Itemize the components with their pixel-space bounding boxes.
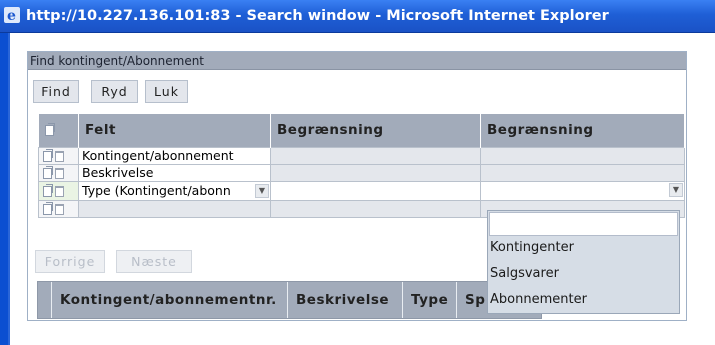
copy-icon[interactable] [43,202,53,215]
copy-icon[interactable] [43,149,53,162]
filter-limit-1[interactable] [270,180,481,201]
copy-icon [44,122,55,136]
filter-field-select[interactable]: Type (Kontingent/abonn ▼ [78,180,271,201]
ie-icon: e [4,7,20,24]
results-header-type[interactable]: Type [403,282,457,318]
filter-limit-2-select[interactable]: ▼ [480,180,685,201]
results-header-number[interactable]: Kontingent/abonnementnr. [52,282,288,318]
row-actions [38,163,79,182]
previous-button[interactable]: Forrige [35,250,105,273]
row-actions [38,146,79,165]
trash-icon[interactable] [55,168,64,179]
trash-icon[interactable] [55,204,64,215]
column-header-limit-2: Begrænsning [480,114,685,147]
dropdown-option[interactable]: Salgsvarer [490,266,559,281]
copy-icon[interactable] [43,166,53,179]
row-actions [38,180,79,201]
next-button[interactable]: Næste [116,250,192,273]
filter-limit-2[interactable] [480,163,685,182]
field-select[interactable]: Type (Kontingent/abonn ▼ [82,183,270,198]
close-button[interactable]: Luk [145,80,188,103]
filter-field[interactable] [78,199,271,218]
find-button[interactable]: Find [33,80,79,103]
filter-grid-header: Felt Begrænsning Begrænsning [38,114,685,147]
filter-row: Beskrivelse [38,163,685,182]
trash-icon[interactable] [55,186,64,197]
select-all-icon[interactable] [38,114,79,147]
results-header-description[interactable]: Beskrivelse [288,282,403,318]
limit-dropdown-list: Kontingenter Salgsvarer Abonnementer [487,210,680,314]
dropdown-option-empty[interactable] [489,212,678,236]
trash-icon[interactable] [55,151,64,162]
chevron-down-icon[interactable]: ▼ [669,182,683,197]
row-actions [38,199,79,218]
window-titlebar[interactable]: e http://10.227.136.101:83 - Search wind… [0,0,715,33]
filter-limit-1[interactable] [270,146,481,165]
panel-header: Find kontingent/Abonnement [28,52,686,70]
copy-icon[interactable] [43,184,53,197]
results-select-column [38,282,52,318]
dropdown-option[interactable]: Abonnementer [490,292,587,307]
filter-field[interactable]: Kontingent/abonnement [78,146,271,165]
filter-row: Type (Kontingent/abonn ▼ ▼ [38,180,685,201]
field-select-value: Type (Kontingent/abonn [82,183,231,198]
filter-limit-1[interactable] [270,163,481,182]
filter-row: Kontingent/abonnement [38,146,685,165]
window-title: http://10.227.136.101:83 - Search window… [26,8,609,24]
filter-field[interactable]: Beskrivelse [78,163,271,182]
svg-text:e: e [7,8,16,24]
filter-limit-2[interactable] [480,146,685,165]
filter-grid: Felt Begrænsning Begrænsning Kontingent/… [38,114,685,218]
chevron-down-icon[interactable]: ▼ [255,184,269,198]
clear-button[interactable]: Ryd [91,80,138,103]
window-frame-inner [8,33,10,345]
column-header-limit-1: Begrænsning [270,114,481,147]
dropdown-option[interactable]: Kontingenter [490,240,574,255]
results-table-header: Kontingent/abonnementnr. Beskrivelse Typ… [37,281,542,319]
column-header-field: Felt [78,114,271,147]
limit-select[interactable]: ▼ [484,182,684,197]
filter-limit-1[interactable] [270,199,481,218]
